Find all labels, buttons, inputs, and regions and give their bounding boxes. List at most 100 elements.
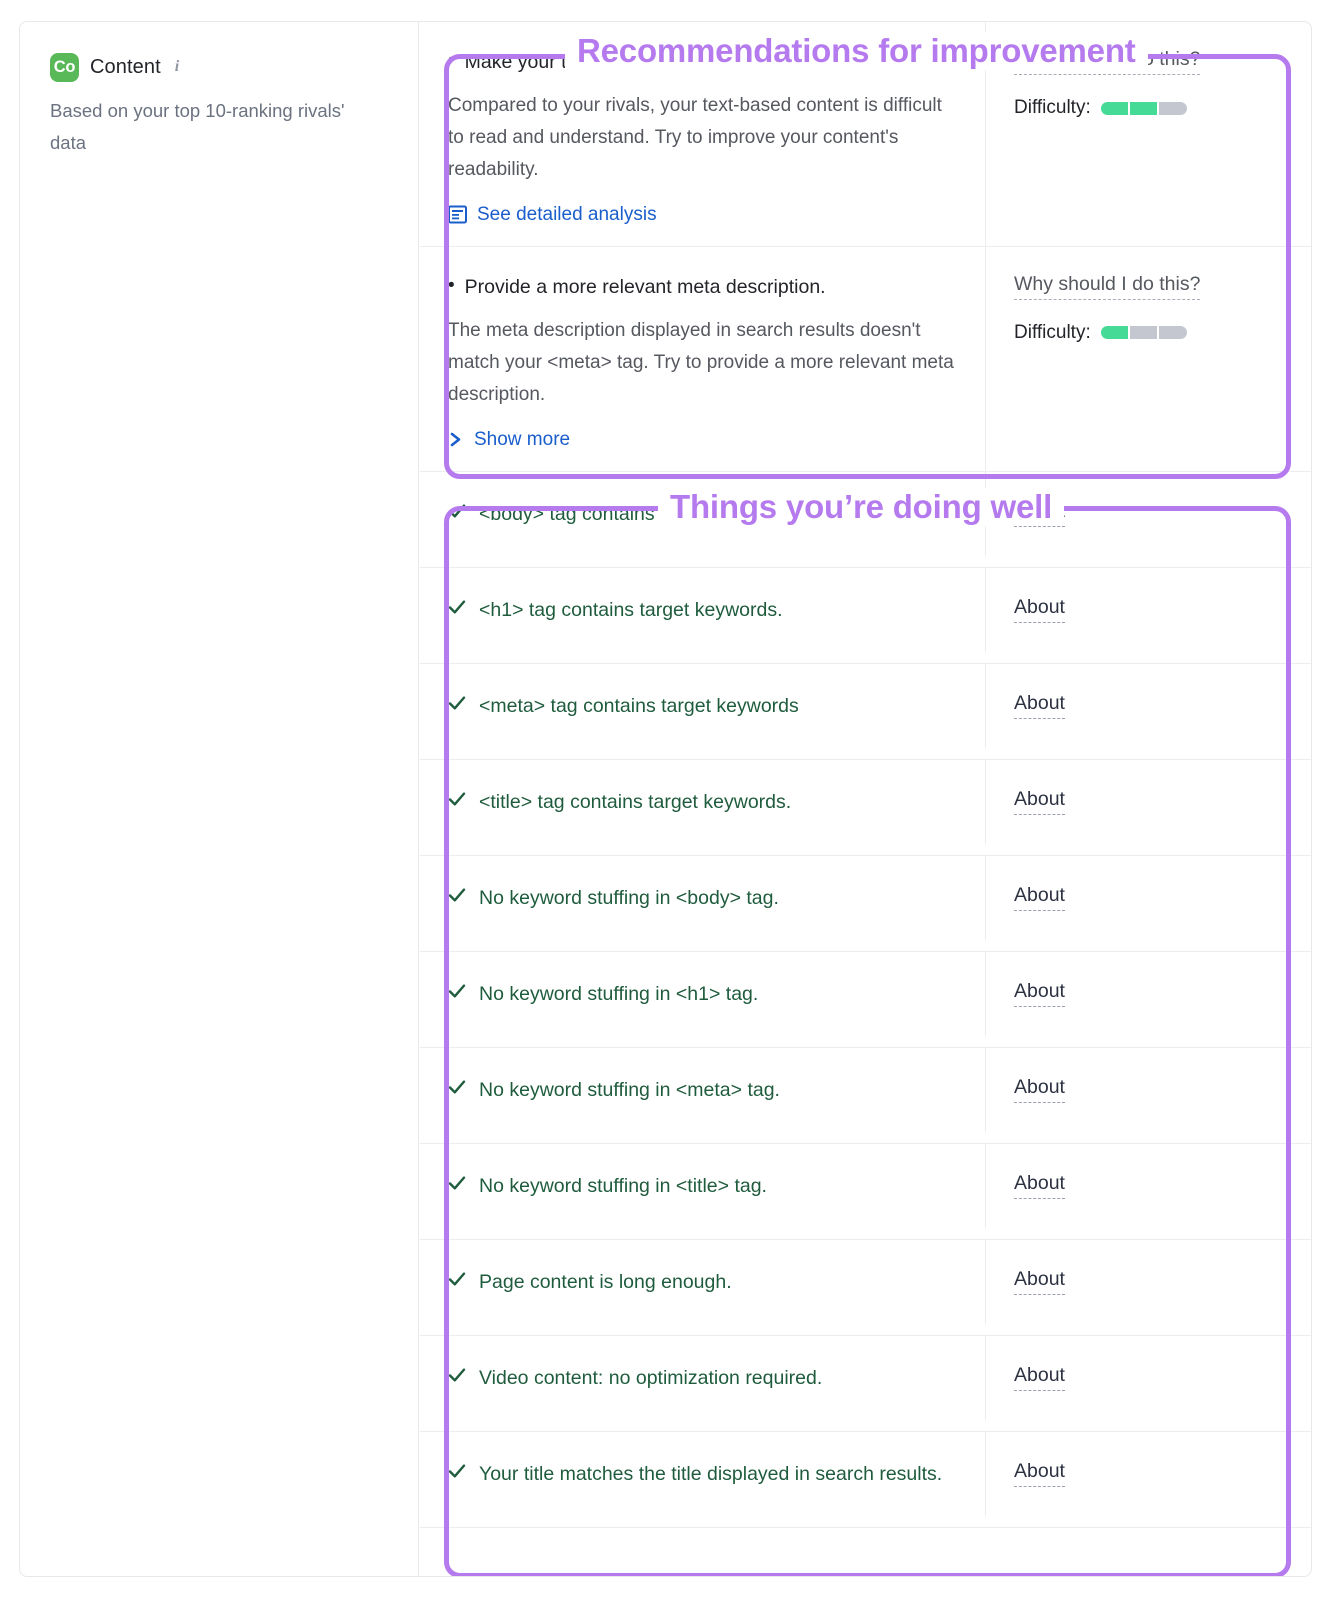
table-row: No keyword stuffing in <meta> tag. About bbox=[420, 1048, 1311, 1144]
document-list-icon bbox=[448, 205, 467, 224]
about-link[interactable]: About bbox=[1014, 884, 1065, 911]
info-icon[interactable]: i bbox=[175, 58, 179, 76]
doing-well-label: <h1> tag contains target keywords. bbox=[479, 596, 783, 624]
doing-well-item: Video content: no optimization required. bbox=[420, 1336, 986, 1420]
recommendations-section: • Make your text content more readable. … bbox=[420, 22, 1311, 472]
about-link[interactable]: About bbox=[1014, 1172, 1065, 1199]
check-icon bbox=[448, 1076, 466, 1098]
doing-well-meta: About bbox=[986, 1240, 1311, 1323]
page-title: Content bbox=[90, 56, 161, 79]
recommendation-body: The meta description displayed in search… bbox=[448, 315, 959, 411]
doing-well-text: Your title matches the title displayed i… bbox=[448, 1460, 959, 1488]
difficulty-segment bbox=[1101, 326, 1128, 339]
doing-well-label: Your title matches the title displayed i… bbox=[479, 1460, 942, 1488]
check-icon bbox=[448, 884, 466, 906]
about-link[interactable]: About bbox=[1014, 692, 1065, 719]
doing-well-item: <meta> tag contains target keywords bbox=[420, 664, 986, 748]
difficulty-label: Difficulty: bbox=[1014, 322, 1091, 344]
recommendation-meta: Why should I do this? Difficulty: bbox=[986, 247, 1311, 471]
recommendation-headline-text: Provide a more relevant meta description… bbox=[465, 273, 826, 301]
recommendation-content: • Provide a more relevant meta descripti… bbox=[420, 247, 986, 471]
doing-well-item: No keyword stuffing in <title> tag. bbox=[420, 1144, 986, 1228]
check-icon bbox=[448, 1268, 466, 1290]
about-link[interactable]: About bbox=[1014, 788, 1065, 815]
table-row: Video content: no optimization required.… bbox=[420, 1336, 1311, 1432]
doing-well-item: No keyword stuffing in <h1> tag. bbox=[420, 952, 986, 1036]
doing-well-text: <h1> tag contains target keywords. bbox=[448, 596, 959, 624]
difficulty-bar bbox=[1101, 102, 1187, 115]
check-icon bbox=[448, 692, 466, 714]
doing-well-label: <title> tag contains target keywords. bbox=[479, 788, 791, 816]
doing-well-label: No keyword stuffing in <h1> tag. bbox=[479, 980, 758, 1008]
doing-well-meta: About bbox=[986, 1048, 1311, 1131]
doing-well-label: No keyword stuffing in <meta> tag. bbox=[479, 1076, 780, 1104]
doing-well-item: No keyword stuffing in <meta> tag. bbox=[420, 1048, 986, 1132]
doing-well-label: <meta> tag contains target keywords bbox=[479, 692, 799, 720]
about-link[interactable]: About bbox=[1014, 980, 1065, 1007]
table-row: No keyword stuffing in <title> tag. About bbox=[420, 1144, 1311, 1240]
table-row: Page content is long enough. About bbox=[420, 1240, 1311, 1336]
category-sidebar: Co Content i Based on your top 10-rankin… bbox=[20, 22, 419, 1576]
check-icon bbox=[448, 1364, 466, 1386]
difficulty-segment bbox=[1159, 102, 1186, 115]
category-subtitle: Based on your top 10-ranking rivals' dat… bbox=[50, 95, 380, 159]
doing-well-text: <meta> tag contains target keywords bbox=[448, 692, 959, 720]
see-detailed-analysis-label: See detailed analysis bbox=[477, 204, 657, 226]
chevron-right-icon bbox=[448, 430, 464, 449]
doing-well-text: Page content is long enough. bbox=[448, 1268, 959, 1296]
doing-well-meta: About bbox=[986, 1336, 1311, 1419]
recommendation-row: • Provide a more relevant meta descripti… bbox=[420, 247, 1311, 472]
doing-well-meta: About bbox=[986, 760, 1311, 843]
doing-well-label: No keyword stuffing in <body> tag. bbox=[479, 884, 779, 912]
content-audit-card: Co Content i Based on your top 10-rankin… bbox=[19, 21, 1312, 1577]
doing-well-meta: About bbox=[986, 664, 1311, 747]
recommendation-headline: • Provide a more relevant meta descripti… bbox=[448, 273, 959, 301]
about-link[interactable]: About bbox=[1014, 1364, 1065, 1391]
show-more-label: Show more bbox=[474, 429, 570, 451]
recommendations-annotation-label: Recommendations for improvement bbox=[565, 32, 1148, 70]
results-column: • Make your text content more readable. … bbox=[420, 22, 1311, 1576]
why-should-i-do-this-link[interactable]: Why should I do this? bbox=[1014, 273, 1200, 300]
doing-well-label: Video content: no optimization required. bbox=[479, 1364, 822, 1392]
table-row: <title> tag contains target keywords. Abo… bbox=[420, 760, 1311, 856]
difficulty-segment bbox=[1159, 326, 1186, 339]
check-icon bbox=[448, 596, 466, 618]
difficulty-segment bbox=[1130, 102, 1157, 115]
doing-well-item: Your title matches the title displayed i… bbox=[420, 1432, 986, 1516]
doing-well-text: No keyword stuffing in <h1> tag. bbox=[448, 980, 959, 1008]
doing-well-label: Page content is long enough. bbox=[479, 1268, 732, 1296]
doing-well-text: Video content: no optimization required. bbox=[448, 1364, 959, 1392]
doing-well-text: No keyword stuffing in <body> tag. bbox=[448, 884, 959, 912]
doing-well-text: <title> tag contains target keywords. bbox=[448, 788, 959, 816]
doing-well-item: Page content is long enough. bbox=[420, 1240, 986, 1324]
doing-well-text: No keyword stuffing in <meta> tag. bbox=[448, 1076, 959, 1104]
doing-well-meta: About bbox=[986, 568, 1311, 651]
difficulty-segment bbox=[1130, 326, 1157, 339]
check-icon bbox=[448, 788, 466, 810]
recommendation-body: Compared to your rivals, your text-based… bbox=[448, 90, 959, 186]
doing-well-item: <title> tag contains target keywords. bbox=[420, 760, 986, 844]
see-detailed-analysis-link[interactable]: See detailed analysis bbox=[448, 204, 959, 226]
table-row: No keyword stuffing in <h1> tag. About bbox=[420, 952, 1311, 1048]
about-link[interactable]: About bbox=[1014, 596, 1065, 623]
show-more-link[interactable]: Show more bbox=[448, 429, 959, 451]
difficulty-bar bbox=[1101, 326, 1187, 339]
about-link[interactable]: About bbox=[1014, 1460, 1065, 1487]
bullet-icon: • bbox=[448, 273, 455, 301]
doing-well-text: No keyword stuffing in <title> tag. bbox=[448, 1172, 959, 1200]
table-row: No keyword stuffing in <body> tag. About bbox=[420, 856, 1311, 952]
check-icon bbox=[448, 1460, 466, 1482]
doing-well-annotation-label: Things you’re doing well bbox=[658, 488, 1064, 526]
doing-well-item: <h1> tag contains target keywords. bbox=[420, 568, 986, 652]
doing-well-section: <body> tag contains target keywords.Abou… bbox=[420, 472, 1311, 1528]
about-link[interactable]: About bbox=[1014, 1268, 1065, 1295]
difficulty-indicator: Difficulty: bbox=[1014, 322, 1291, 344]
doing-well-meta: About bbox=[986, 952, 1311, 1035]
about-link[interactable]: About bbox=[1014, 1076, 1065, 1103]
table-row: <meta> tag contains target keywords About bbox=[420, 664, 1311, 760]
category-header: Co Content i bbox=[50, 52, 390, 82]
doing-well-label: No keyword stuffing in <title> tag. bbox=[479, 1172, 767, 1200]
check-icon bbox=[448, 980, 466, 1002]
bullet-icon: • bbox=[448, 48, 455, 76]
doing-well-meta: About bbox=[986, 1432, 1311, 1515]
